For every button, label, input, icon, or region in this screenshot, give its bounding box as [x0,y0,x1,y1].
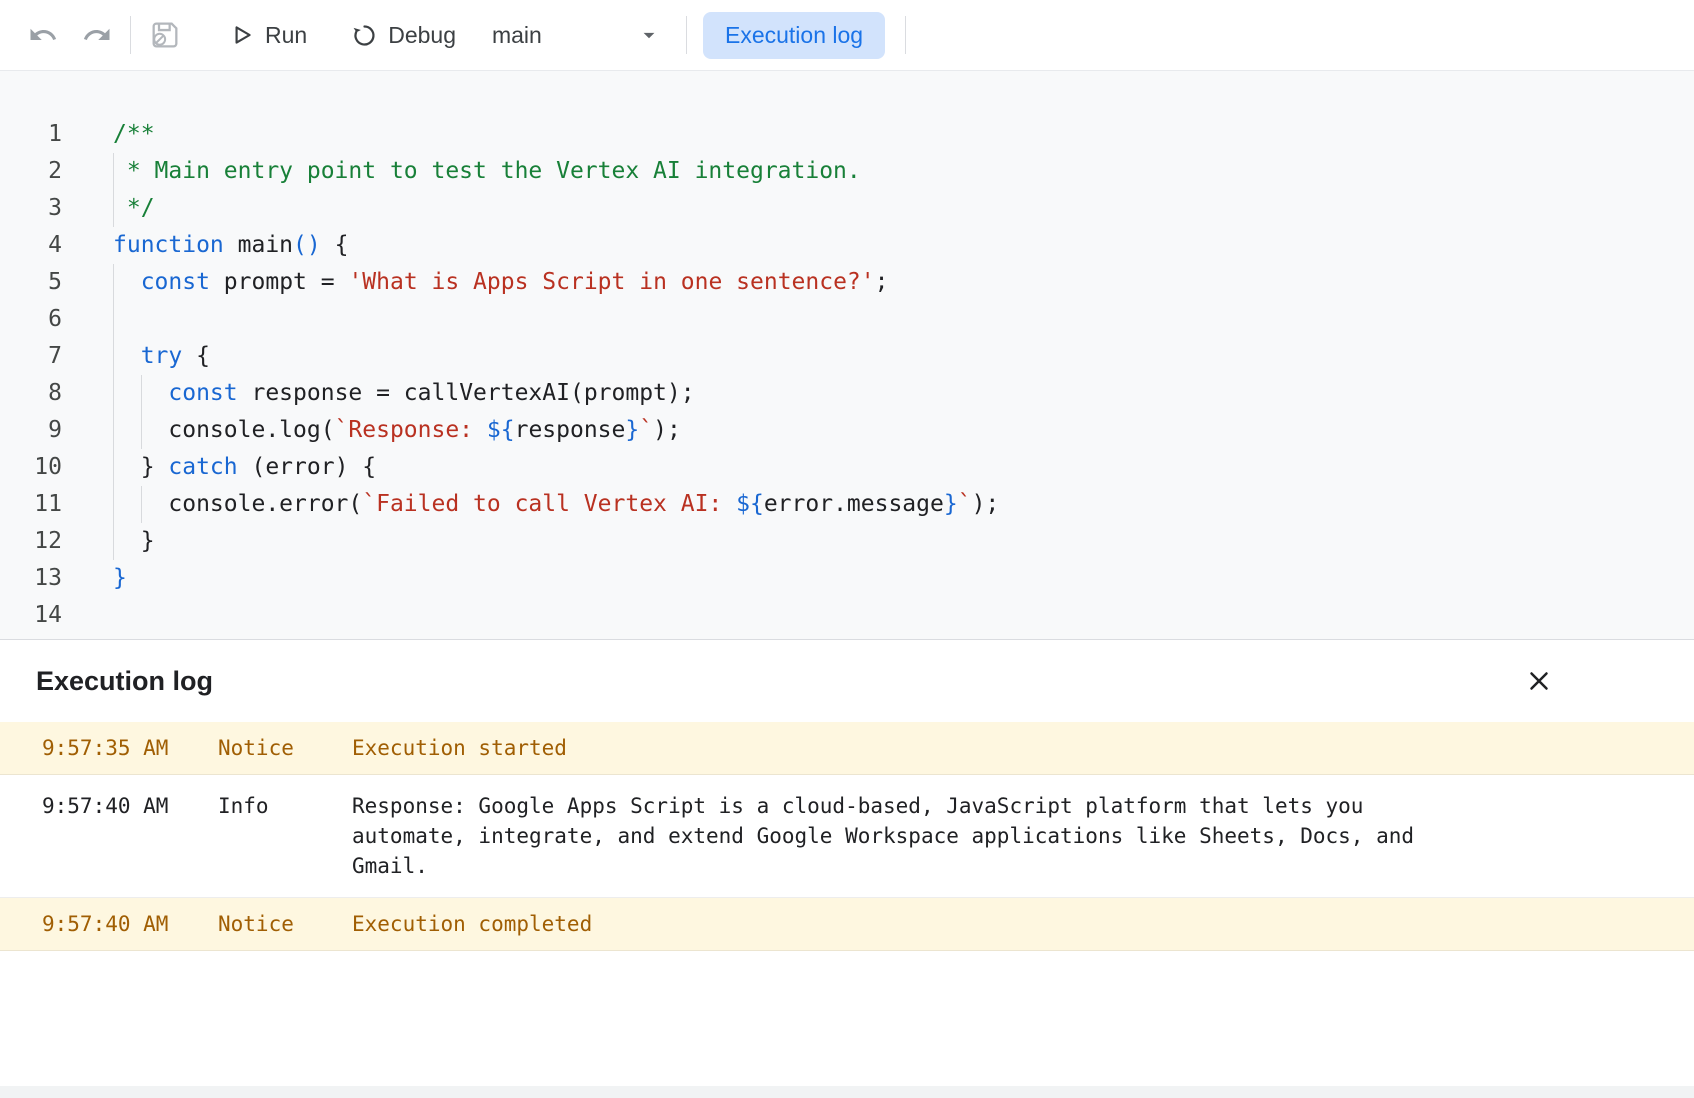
close-icon [1524,666,1554,696]
code-text: try { [113,338,210,375]
line-number: 13 [0,560,62,597]
code-line[interactable]: 1 /** [0,116,1694,153]
line-number: 14 [0,597,62,634]
execution-log-header: Execution log [0,640,1694,722]
line-number: 4 [0,227,62,264]
function-selector[interactable]: main [492,22,662,49]
code-line[interactable]: 10 } catch (error) { [0,449,1694,486]
code-text: } [113,560,127,597]
run-play-icon [229,22,255,48]
line-number: 9 [0,412,62,449]
close-log-button[interactable] [1524,666,1554,696]
log-entries: 9:57:35 AMNoticeExecution started9:57:40… [0,722,1694,951]
code-text: console.error(`Failed to call Vertex AI:… [113,486,999,523]
save-status-button[interactable] [147,17,183,53]
code-line[interactable]: 9 console.log(`Response: ${response}`); [0,412,1694,449]
log-level: Info [218,791,352,821]
code-text: function main() { [113,227,348,264]
log-message: Response: Google Apps Script is a cloud-… [352,791,1452,881]
function-selector-value: main [492,22,542,49]
execution-log-title: Execution log [36,666,213,697]
execution-log-button[interactable]: Execution log [703,12,885,59]
log-level: Notice [218,734,352,762]
execution-log-button-label: Execution log [725,22,863,48]
log-time: 9:57:40 AM [42,910,218,938]
toolbar: Run Debug main Execution log [0,0,1694,71]
code-editor[interactable]: 1/**2 * Main entry point to test the Ver… [0,71,1694,639]
indent-guide [141,486,142,523]
line-number: 8 [0,375,62,412]
code-line[interactable]: 2 * Main entry point to test the Vertex … [0,153,1694,190]
toolbar-divider [905,16,906,54]
toolbar-divider [686,16,687,54]
debug-icon [351,22,378,49]
debug-label: Debug [388,22,456,49]
log-entry: 9:57:35 AMNoticeExecution started [0,722,1694,775]
save-status-icon [149,19,181,51]
line-number: 5 [0,264,62,301]
code-text: */ [113,190,155,227]
log-message: Execution started [352,734,1452,762]
redo-button[interactable] [80,18,114,52]
code-line[interactable]: 7 try { [0,338,1694,375]
toolbar-divider [130,16,131,54]
code-text: const prompt = 'What is Apps Script in o… [113,264,889,301]
line-number: 1 [0,116,62,153]
log-entry: 9:57:40 AMNoticeExecution completed [0,898,1694,951]
code-line[interactable]: 4 function main() { [0,227,1694,264]
chevron-down-icon [636,22,662,48]
code-text: console.log(`Response: ${response}`); [113,412,681,449]
undo-icon [28,20,58,50]
line-number: 12 [0,523,62,560]
log-message: Execution completed [352,910,1452,938]
debug-button[interactable]: Debug [351,22,456,49]
line-number: 10 [0,449,62,486]
code-line[interactable]: 13} [0,560,1694,597]
code-text: * Main entry point to test the Vertex AI… [113,153,861,190]
execution-log-panel: Execution log 9:57:35 AMNoticeExecution … [0,639,1694,951]
code-line[interactable]: 3 */ [0,190,1694,227]
code-line[interactable]: 14 [0,597,1694,634]
code-line[interactable]: 12 } [0,523,1694,560]
code-line[interactable]: 5 const prompt = 'What is Apps Script in… [0,264,1694,301]
log-time: 9:57:40 AM [42,791,218,821]
code-text: } [113,523,155,560]
apps-script-editor: Run Debug main Execution log 1/**2 * Mai… [0,0,1694,1098]
line-number: 6 [0,301,62,338]
code-lines: 1/**2 * Main entry point to test the Ver… [0,116,1694,634]
code-text: const response = callVertexAI(prompt); [113,375,695,412]
indent-guide [141,375,142,449]
code-text: } catch (error) { [113,449,376,486]
line-number: 2 [0,153,62,190]
log-time: 9:57:35 AM [42,734,218,762]
code-line[interactable]: 11 console.error(`Failed to call Vertex … [0,486,1694,523]
code-line[interactable]: 8 const response = callVertexAI(prompt); [0,375,1694,412]
line-number: 3 [0,190,62,227]
indent-guide [113,153,114,227]
bottom-edge-strip [0,1086,1694,1098]
code-line[interactable]: 6 [0,301,1694,338]
line-number: 11 [0,486,62,523]
run-button[interactable]: Run [229,22,307,49]
code-text: /** [113,116,155,153]
redo-icon [82,20,112,50]
log-level: Notice [218,910,352,938]
line-number: 7 [0,338,62,375]
undo-button[interactable] [26,18,60,52]
indent-guide [113,264,114,560]
run-label: Run [265,22,307,49]
log-entry: 9:57:40 AMInfoResponse: Google Apps Scri… [0,775,1694,898]
